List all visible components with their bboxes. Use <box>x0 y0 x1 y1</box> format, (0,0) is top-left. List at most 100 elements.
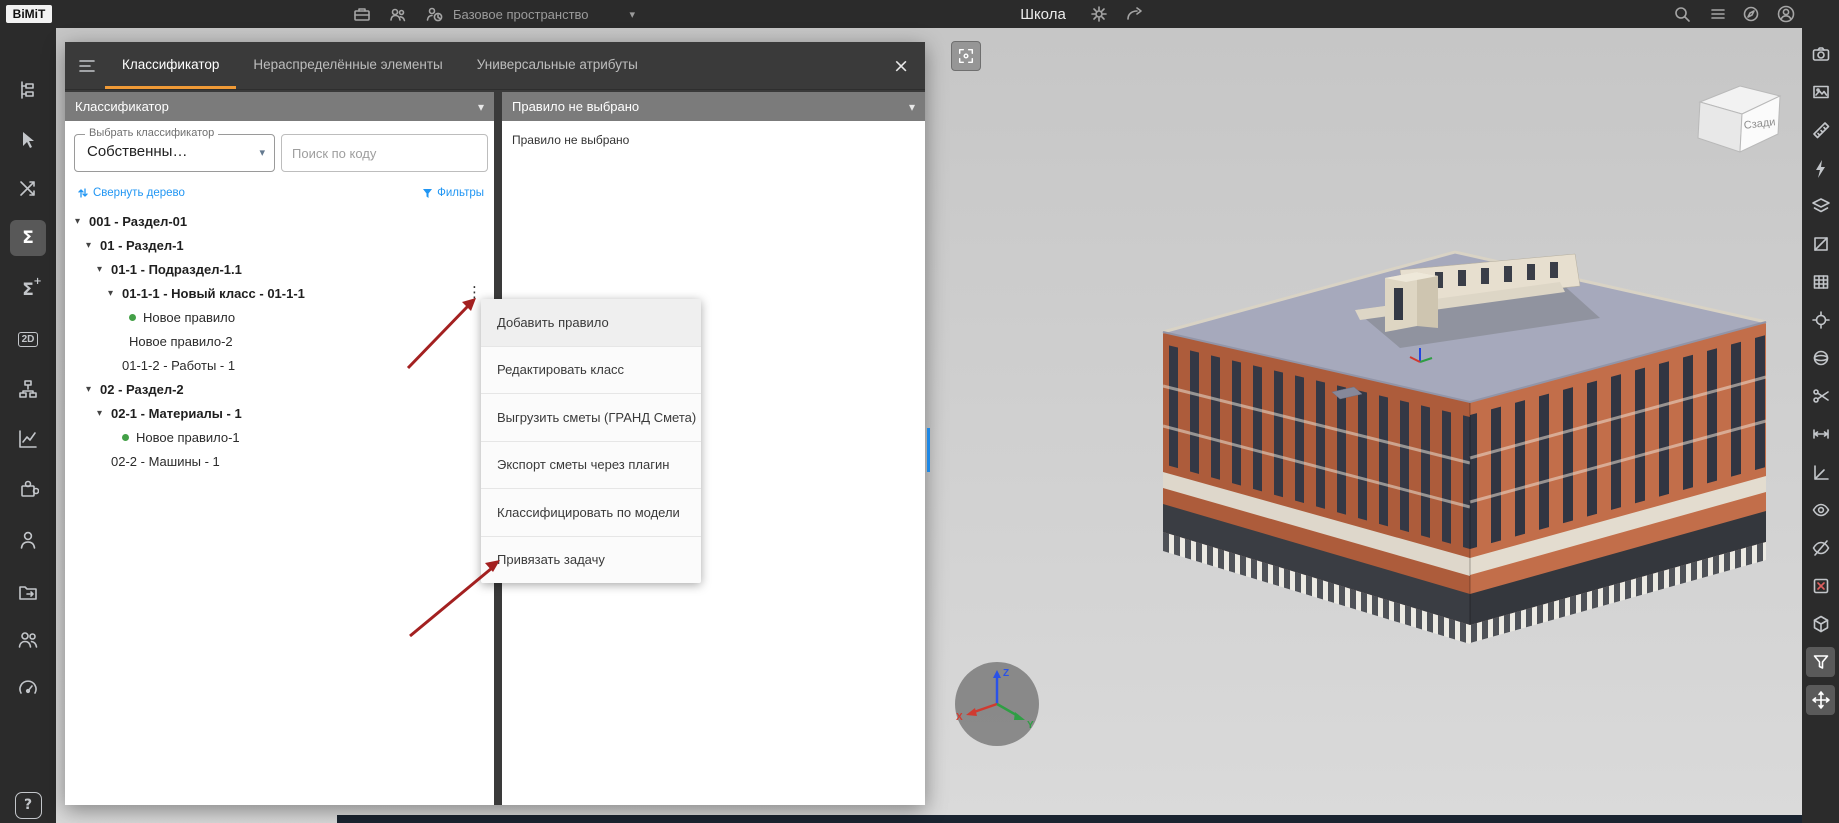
classifier-panel-header[interactable]: Классификатор ▾ <box>65 92 494 121</box>
tree-item-label: 02-1 - Материалы - 1 <box>111 405 242 421</box>
camera-icon[interactable] <box>1806 39 1835 69</box>
menu-item-edit-class[interactable]: Редактировать класс <box>481 345 701 394</box>
scissors-icon[interactable] <box>1806 381 1835 411</box>
search-icon[interactable] <box>1672 4 1692 24</box>
tree-item[interactable]: Новое правило-1 <box>65 425 494 449</box>
filters-link[interactable]: Фильтры <box>422 187 484 199</box>
sum-classifier-icon[interactable]: Σ <box>10 220 46 256</box>
share-icon[interactable] <box>1124 4 1144 24</box>
tree-item[interactable]: ▾ 02 - Раздел-2 <box>65 377 494 401</box>
sphere-icon[interactable] <box>1806 343 1835 373</box>
menu-item-bind-task[interactable]: Привязать задачу <box>481 535 701 584</box>
compass-icon[interactable] <box>1741 4 1761 24</box>
tree-item[interactable]: 01-1-2 - Работы - 1 <box>65 353 494 377</box>
navigation-gizmo[interactable]: Z X Y <box>953 660 1041 748</box>
building-model <box>1162 250 1767 644</box>
chevron-down-icon[interactable]: ▾ <box>478 100 484 114</box>
menu-item-export-grand-smeta[interactable]: Выгрузить сметы (ГРАНД Смета) <box>481 393 701 441</box>
eye-icon[interactable] <box>1806 495 1835 525</box>
team-icon[interactable] <box>10 621 46 657</box>
help-icon[interactable]: ? <box>10 787 46 823</box>
tab-universal-attributes[interactable]: Универсальные атрибуты <box>460 42 655 89</box>
rule-empty-text: Правило не выбрано <box>512 133 630 147</box>
axis-z-label: Z <box>1003 668 1009 679</box>
user-history-icon[interactable] <box>424 4 444 24</box>
tab-classifier[interactable]: Классификатор <box>105 42 237 89</box>
table-icon[interactable] <box>1806 267 1835 297</box>
user-icon[interactable] <box>10 522 46 558</box>
classifier-select[interactable]: Выбрать классификатор Собственны… ▾ <box>74 127 275 172</box>
tree-item-label: Новое правило-2 <box>129 333 233 349</box>
image-icon[interactable] <box>1806 77 1835 107</box>
connections-icon[interactable] <box>10 171 46 207</box>
left-toolbar: Σ Σ + 2D ? <box>0 28 56 823</box>
rule-panel-header[interactable]: Правило не выбрано ▾ <box>502 92 925 121</box>
menu-item-export-plugin[interactable]: Экспорт сметы через плагин <box>481 440 701 489</box>
flash-icon[interactable] <box>1806 153 1835 183</box>
code-search-field <box>281 134 488 172</box>
dimension-icon[interactable] <box>1806 419 1835 449</box>
window-tab-bar: Классификатор Нераспределённые элементы … <box>65 42 925 90</box>
caret-down-icon[interactable]: ▾ <box>97 264 111 275</box>
gauge-icon[interactable] <box>10 670 46 706</box>
classifier-panel: Классификатор ▾ Выбрать классификатор Со… <box>65 92 494 805</box>
tree-item[interactable]: ▾ 01 - Раздел-1 <box>65 233 494 257</box>
structure-icon[interactable] <box>10 72 46 108</box>
2d-view-icon[interactable]: 2D <box>10 321 46 357</box>
chevron-down-icon[interactable]: ▾ <box>909 100 915 114</box>
scrollbar-thumb[interactable] <box>927 428 930 472</box>
close-icon[interactable]: × <box>877 42 925 89</box>
caret-down-icon[interactable]: ▾ <box>97 408 111 419</box>
tree-item[interactable]: ▾ 001 - Раздел-01 <box>65 209 494 233</box>
chevron-down-icon: ▾ <box>629 7 635 21</box>
collapse-tree-link[interactable]: Свернуть дерево <box>77 187 185 199</box>
bottom-bar <box>337 815 1839 823</box>
classifier-tree: ▾ 001 - Раздел-01 ▾ 01 - Раздел-1 ▾ 01-1… <box>65 209 494 473</box>
workspace-dropdown-label: Базовое пространство <box>453 6 589 22</box>
chart-icon[interactable] <box>10 421 46 457</box>
tree-item[interactable]: ▾ 02-1 - Материалы - 1 <box>65 401 494 425</box>
rule-dot-icon <box>129 313 136 321</box>
caret-down-icon[interactable]: ▾ <box>75 216 89 227</box>
menu-list-icon[interactable] <box>1708 4 1728 24</box>
layers-icon[interactable] <box>1806 191 1835 221</box>
tree-item[interactable]: ▾ 01-1 - Подраздел-1.1 <box>65 257 494 281</box>
filter-icon <box>423 188 433 198</box>
sum-plus-icon[interactable]: Σ + <box>10 272 46 308</box>
filter-icon[interactable] <box>1806 647 1835 677</box>
section-icon[interactable] <box>1806 229 1835 259</box>
tree-item[interactable]: Новое правило <box>65 305 494 329</box>
delete-box-icon[interactable] <box>1806 571 1835 601</box>
account-icon[interactable] <box>1776 4 1796 24</box>
move-gizmo-icon[interactable] <box>1806 685 1835 715</box>
export-folder-icon[interactable] <box>10 574 46 610</box>
settings-gear-icon[interactable] <box>1089 4 1109 24</box>
toolbox-icon[interactable] <box>352 4 372 24</box>
view-cube[interactable]: Сзади <box>1688 76 1792 164</box>
viewport-toolbar <box>1802 28 1839 823</box>
caret-down-icon[interactable]: ▾ <box>86 240 100 251</box>
locate-icon[interactable] <box>1806 305 1835 335</box>
cube-icon[interactable] <box>1806 609 1835 639</box>
axes-icon[interactable] <box>1806 457 1835 487</box>
caret-down-icon[interactable]: ▾ <box>86 384 100 395</box>
kebab-menu-icon[interactable]: ⋮ <box>467 283 482 301</box>
viewport-focus-icon[interactable] <box>951 41 981 71</box>
panel-menu-icon[interactable] <box>65 42 105 89</box>
workspace-dropdown[interactable]: Базовое пространство ▾ <box>453 0 635 28</box>
eye-off-icon[interactable] <box>1806 533 1835 563</box>
hierarchy-icon[interactable] <box>10 371 46 407</box>
axis-x-label: X <box>956 712 963 723</box>
tree-item-selected[interactable]: ▾ 01-1-1 - Новый класс - 01-1-1 ⋮ <box>65 281 494 305</box>
caret-down-icon[interactable]: ▾ <box>108 288 122 299</box>
tree-item[interactable]: Новое правило-2 <box>65 329 494 353</box>
tree-item[interactable]: 02-2 - Машины - 1 <box>65 449 494 473</box>
select-cursor-icon[interactable] <box>10 122 46 158</box>
menu-item-classify-by-model[interactable]: Классифицировать по модели <box>481 488 701 536</box>
plugin-puzzle-icon[interactable] <box>10 471 46 507</box>
users-icon[interactable] <box>388 4 408 24</box>
tab-unallocated-elements[interactable]: Нераспределённые элементы <box>236 42 459 89</box>
code-search-input[interactable] <box>282 135 487 171</box>
menu-item-add-rule[interactable]: Добавить правило <box>481 299 701 346</box>
ruler-icon[interactable] <box>1806 115 1835 145</box>
